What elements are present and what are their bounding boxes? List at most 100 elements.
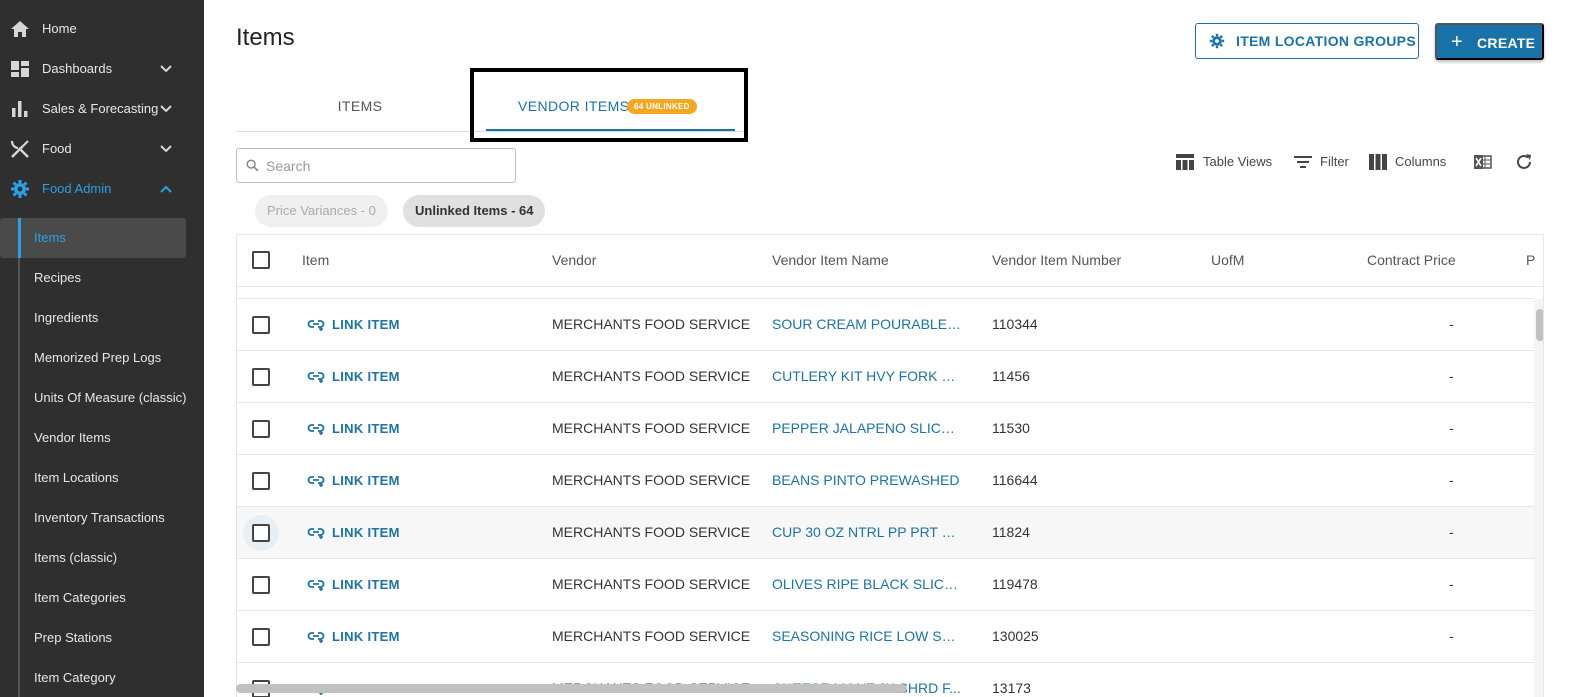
contract-price-cell: - [1449,576,1454,592]
column-header-vendor[interactable]: Vendor [552,252,596,268]
vendor-item-number-cell: 116644 [992,472,1038,488]
row-checkbox[interactable] [252,316,270,334]
table-views-label: Table Views [1203,154,1273,169]
vendor-item-number-cell: 11530 [992,420,1030,436]
row-checkbox-wrap [243,307,279,343]
table-row[interactable]: LINK ITEM MERCHANTS FOOD SERVICE BEANS P… [237,455,1535,507]
sub-item-item-categories[interactable]: Item Categories [20,578,204,618]
link-item-label: LINK ITEM [332,629,400,644]
vendor-items-table: Item Vendor Vendor Item Name Vendor Item… [236,234,1544,697]
vendor-cell: MERCHANTS FOOD SERVICE [552,420,751,436]
contract-price-cell: - [1449,420,1454,436]
columns-button[interactable]: Columns [1368,152,1453,172]
columns-icon [1368,152,1388,175]
vendor-item-number-cell: 11824 [992,524,1030,540]
sub-item-items-classic[interactable]: Items (classic) [20,538,204,578]
link-icon [307,524,325,543]
sub-item-label: Memorized Prep Logs [34,350,162,365]
vendor-cell: MERCHANTS FOOD SERVICE [552,472,751,488]
search-icon [246,159,259,177]
sub-item-item-category[interactable]: Item Category [20,658,204,697]
plus-icon: + [1451,31,1463,53]
utensils-icon [9,139,31,159]
sub-item-label: Ingredients [34,310,99,325]
column-header-uofm[interactable]: UofM [1211,252,1244,268]
contract-price-cell: - [1449,368,1454,384]
search-input[interactable] [266,157,506,175]
column-header-vendor-item-number[interactable]: Vendor Item Number [992,252,1121,268]
create-button[interactable]: + CREATE [1435,23,1544,60]
select-all-checkbox[interactable] [252,251,270,269]
item-location-groups-button[interactable]: ITEM LOCATION GROUPS [1195,23,1419,59]
sub-item-prep-stations[interactable]: Prep Stations [20,618,204,658]
sub-item-ingredients[interactable]: Ingredients [20,298,204,338]
link-icon [307,316,325,335]
row-checkbox[interactable] [252,576,270,594]
table-row[interactable]: LINK ITEM MERCHANTS FOOD SERVICE SOUR CR… [237,299,1535,351]
refresh-icon [1514,152,1534,175]
sub-item-units-of-measure[interactable]: Units Of Measure (classic) [20,378,204,418]
table-row[interactable]: LINK ITEM MERCHANTS FOOD SERVICE CUP 30 … [237,507,1535,559]
row-checkbox-wrap [243,411,279,447]
row-checkbox[interactable] [252,472,270,490]
column-header-vendor-item-name[interactable]: Vendor Item Name [772,252,889,268]
table-header: Item Vendor Vendor Item Name Vendor Item… [237,235,1543,287]
export-excel-button[interactable] [1473,152,1493,172]
row-checkbox-wrap [243,463,279,499]
column-header-p[interactable]: P [1526,252,1535,268]
sub-item-inventory-transactions[interactable]: Inventory Transactions [20,498,204,538]
row-checkbox-wrap [243,567,279,603]
sub-item-recipes[interactable]: Recipes [20,258,204,298]
sub-item-label: Units Of Measure (classic) [34,390,187,405]
nav-food-label: Food [42,141,72,156]
tab-items[interactable]: ITEMS [236,88,484,128]
vendor-cell: MERCHANTS FOOD SERVICE [552,628,751,644]
filter-button[interactable]: Filter [1293,152,1353,172]
item-location-groups-label: ITEM LOCATION GROUPS [1236,33,1416,49]
nav-food[interactable]: Food [0,129,204,169]
row-checkbox[interactable] [252,628,270,646]
vendor-item-name-link[interactable]: CUTLERY KIT HVY FORK NA... [772,368,962,384]
vendor-item-name-link[interactable]: SEASONING RICE LOW SOD... [772,628,962,644]
nav-home-label: Home [42,21,77,36]
vendor-item-name-link[interactable]: SOUR CREAM POURABLE D... [772,316,962,332]
row-checkbox[interactable] [252,420,270,438]
selected-indicator [18,218,21,258]
table-row[interactable]: LINK ITEM MERCHANTS FOOD SERVICE OLIVES … [237,559,1535,611]
vertical-scrollbar[interactable] [1534,299,1543,697]
vendor-item-name-link[interactable]: BEANS PINTO PREWASHED [772,472,962,488]
link-item-label: LINK ITEM [332,525,400,540]
table-views-button[interactable]: Table Views [1175,152,1275,172]
row-checkbox[interactable] [252,524,270,542]
nav-home[interactable]: Home [0,9,204,49]
link-icon [307,576,325,595]
price-variances-chip[interactable]: Price Variances - 0 [255,195,388,227]
horizontal-scrollbar-thumb[interactable] [236,684,907,693]
vendor-item-name-link[interactable]: OLIVES RIPE BLACK SLICED... [772,576,962,592]
sub-item-memorized-prep-logs[interactable]: Memorized Prep Logs [20,338,204,378]
nav-sales-forecasting[interactable]: Sales & Forecasting [0,89,204,129]
sub-item-label: Vendor Items [34,430,111,445]
sub-item-items[interactable]: Items [0,218,186,258]
sub-item-vendor-items[interactable]: Vendor Items [20,418,204,458]
vertical-scrollbar-thumb[interactable] [1536,309,1543,341]
column-header-contract-price[interactable]: Contract Price [1367,252,1456,268]
table-row[interactable]: LINK ITEM MERCHANTS FOOD SERVICE PEPPER … [237,403,1535,455]
nav-dashboards[interactable]: Dashboards [0,49,204,89]
sub-item-item-locations[interactable]: Item Locations [20,458,204,498]
table-row[interactable]: LINK ITEM MERCHANTS FOOD SERVICE CUTLERY… [237,351,1535,403]
row-checkbox[interactable] [252,368,270,386]
sub-item-label: Item Locations [34,470,119,485]
table-views-icon [1175,152,1195,175]
sub-item-label: Inventory Transactions [34,510,165,525]
vendor-item-name-link[interactable]: CUP 30 OZ NTRL PP PRT M... [772,524,962,540]
row-checkbox-wrap [243,359,279,395]
column-header-item[interactable]: Item [302,252,329,268]
table-row[interactable]: LINK ITEM MERCHANTS FOOD SERVICE SEASONI… [237,611,1535,663]
vendor-item-name-link[interactable]: PEPPER JALAPENO SLICED... [772,420,962,436]
contract-price-cell: - [1449,628,1454,644]
unlinked-items-chip[interactable]: Unlinked Items - 64 [403,195,546,227]
refresh-button[interactable] [1514,152,1534,172]
nav-food-admin[interactable]: Food Admin [0,169,204,209]
link-icon [307,420,325,439]
